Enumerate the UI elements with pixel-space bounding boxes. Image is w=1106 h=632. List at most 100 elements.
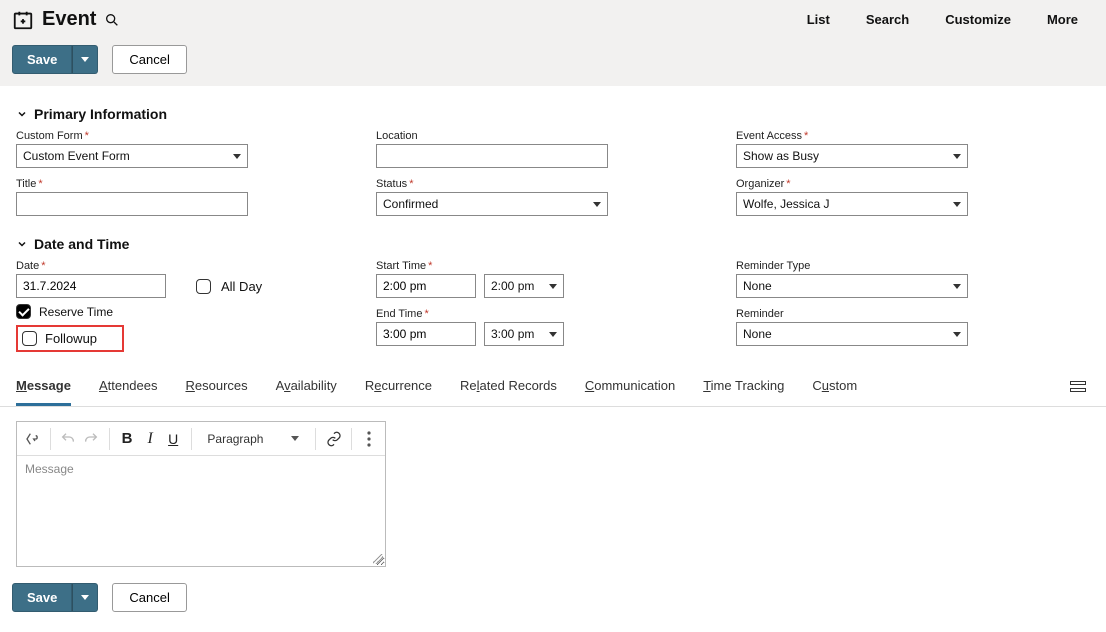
chevron-down-icon xyxy=(953,332,961,337)
chevron-down-icon xyxy=(233,154,241,159)
field-event-access: Event Access* Show as Busy xyxy=(736,130,1090,168)
italic-button[interactable]: I xyxy=(141,426,160,452)
status-label: Status xyxy=(376,178,407,190)
chevron-down-icon xyxy=(953,202,961,207)
status-select[interactable]: Confirmed xyxy=(376,192,608,216)
rich-text-editor: B I U Paragraph Message xyxy=(16,421,386,567)
tab-availability[interactable]: Availability xyxy=(276,366,337,406)
tab-resources[interactable]: Resources xyxy=(185,366,247,406)
underline-button[interactable]: U xyxy=(164,426,183,452)
chevron-down-icon xyxy=(291,436,299,441)
chevron-down-icon xyxy=(953,284,961,289)
toolbar-separator xyxy=(315,428,316,450)
titlebar: Event List Search Customize More xyxy=(12,8,1094,31)
field-start-time: Start Time* 2:00 pm xyxy=(376,260,736,298)
field-location: Location xyxy=(376,130,736,168)
chevron-down-icon xyxy=(593,202,601,207)
nav-list[interactable]: List xyxy=(807,12,830,27)
top-nav: List Search Customize More xyxy=(807,12,1094,27)
nav-customize[interactable]: Customize xyxy=(945,12,1011,27)
action-row-top: Save Cancel xyxy=(12,45,1094,74)
field-date: Date* All Day xyxy=(16,260,376,298)
followup-checkbox[interactable] xyxy=(22,331,37,346)
action-row-bottom: Save Cancel xyxy=(0,583,1106,632)
toolbar-separator xyxy=(191,428,192,450)
link-icon[interactable] xyxy=(324,426,343,452)
followup-label: Followup xyxy=(45,331,97,346)
nav-search[interactable]: Search xyxy=(866,12,909,27)
source-icon[interactable] xyxy=(23,426,42,452)
message-textarea[interactable]: Message xyxy=(17,456,385,566)
view-toggle-icon[interactable] xyxy=(1066,377,1090,396)
editor-toolbar: B I U Paragraph xyxy=(17,422,385,456)
required-marker: * xyxy=(38,178,42,190)
undo-icon[interactable] xyxy=(59,426,78,452)
save-dropdown-button[interactable] xyxy=(72,45,98,74)
tab-attendees[interactable]: Attendees xyxy=(99,366,158,406)
title-label: Title xyxy=(16,178,36,190)
search-icon[interactable] xyxy=(104,12,120,28)
toolbar-separator xyxy=(50,428,51,450)
reminder-label: Reminder xyxy=(736,308,1090,320)
chevron-down-icon xyxy=(16,238,28,250)
field-reminder-type: Reminder Type None xyxy=(736,260,1090,298)
start-time-select[interactable]: 2:00 pm xyxy=(484,274,564,298)
end-time-input[interactable] xyxy=(376,322,476,346)
required-marker: * xyxy=(409,178,413,190)
page-header: Event List Search Customize More Save Ca… xyxy=(0,0,1106,86)
tab-custom[interactable]: Custom xyxy=(812,366,857,406)
end-time-select[interactable]: 3:00 pm xyxy=(484,322,564,346)
location-input[interactable] xyxy=(376,144,608,168)
date-input[interactable] xyxy=(16,274,166,298)
reminder-select[interactable]: None xyxy=(736,322,968,346)
end-time-label: End Time xyxy=(376,308,422,320)
tab-related-records[interactable]: Related Records xyxy=(460,366,557,406)
title-input[interactable] xyxy=(16,192,248,216)
date-label: Date xyxy=(16,260,39,272)
start-time-input[interactable] xyxy=(376,274,476,298)
field-end-time: End Time* 3:00 pm xyxy=(376,308,736,346)
field-custom-form: Custom Form* Custom Event Form xyxy=(16,130,376,168)
primary-col3: Event Access* Show as Busy Organizer * Wo… xyxy=(736,130,1090,226)
chevron-down-icon xyxy=(953,154,961,159)
section-datetime-header[interactable]: Date and Time xyxy=(16,236,1090,252)
tab-communication[interactable]: Communication xyxy=(585,366,675,406)
allday-row: All Day xyxy=(196,279,262,294)
paragraph-select[interactable]: Paragraph xyxy=(199,432,307,446)
cancel-button-bottom[interactable]: Cancel xyxy=(112,583,186,612)
chevron-down-icon xyxy=(16,108,28,120)
chevron-down-icon xyxy=(549,332,557,337)
tab-message[interactable]: Message xyxy=(16,366,71,406)
required-marker: * xyxy=(804,130,808,142)
redo-icon[interactable] xyxy=(82,426,101,452)
primary-col1: Custom Form* Custom Event Form Title* xyxy=(16,130,376,226)
event-access-label: Event Access xyxy=(736,130,802,142)
datetime-col2: Start Time* 2:00 pm End Time* 3:00 pm xyxy=(376,260,736,356)
datetime-columns: Date* All Day Reserve Time Followup xyxy=(16,260,1090,356)
tab-time-tracking[interactable]: Time Tracking xyxy=(703,366,784,406)
allday-checkbox[interactable] xyxy=(196,279,211,294)
reserve-time-checkbox[interactable] xyxy=(16,304,31,319)
save-split-button-bottom: Save xyxy=(12,583,98,612)
tab-recurrence[interactable]: Recurrence xyxy=(365,366,432,406)
organizer-label: Organizer xyxy=(736,178,784,190)
more-icon[interactable] xyxy=(360,426,379,452)
save-button-bottom[interactable]: Save xyxy=(12,583,72,612)
allday-label: All Day xyxy=(221,279,262,294)
form-area: Primary Information Custom Form* Custom … xyxy=(0,86,1106,362)
nav-more[interactable]: More xyxy=(1047,12,1078,27)
custom-form-select[interactable]: Custom Event Form xyxy=(16,144,248,168)
bold-button[interactable]: B xyxy=(118,426,137,452)
event-access-select[interactable]: Show as Busy xyxy=(736,144,968,168)
section-primary-header[interactable]: Primary Information xyxy=(16,106,1090,122)
save-button[interactable]: Save xyxy=(12,45,72,74)
cancel-button[interactable]: Cancel xyxy=(112,45,186,74)
required-marker: * xyxy=(424,308,428,320)
reminder-type-label: Reminder Type xyxy=(736,260,1090,272)
start-time-label: Start Time xyxy=(376,260,426,272)
organizer-select[interactable]: Wolfe, Jessica J xyxy=(736,192,968,216)
reserve-time-label: Reserve Time xyxy=(39,305,113,319)
editor-wrap: B I U Paragraph Message xyxy=(0,407,1106,583)
save-dropdown-button-bottom[interactable] xyxy=(72,583,98,612)
reminder-type-select[interactable]: None xyxy=(736,274,968,298)
